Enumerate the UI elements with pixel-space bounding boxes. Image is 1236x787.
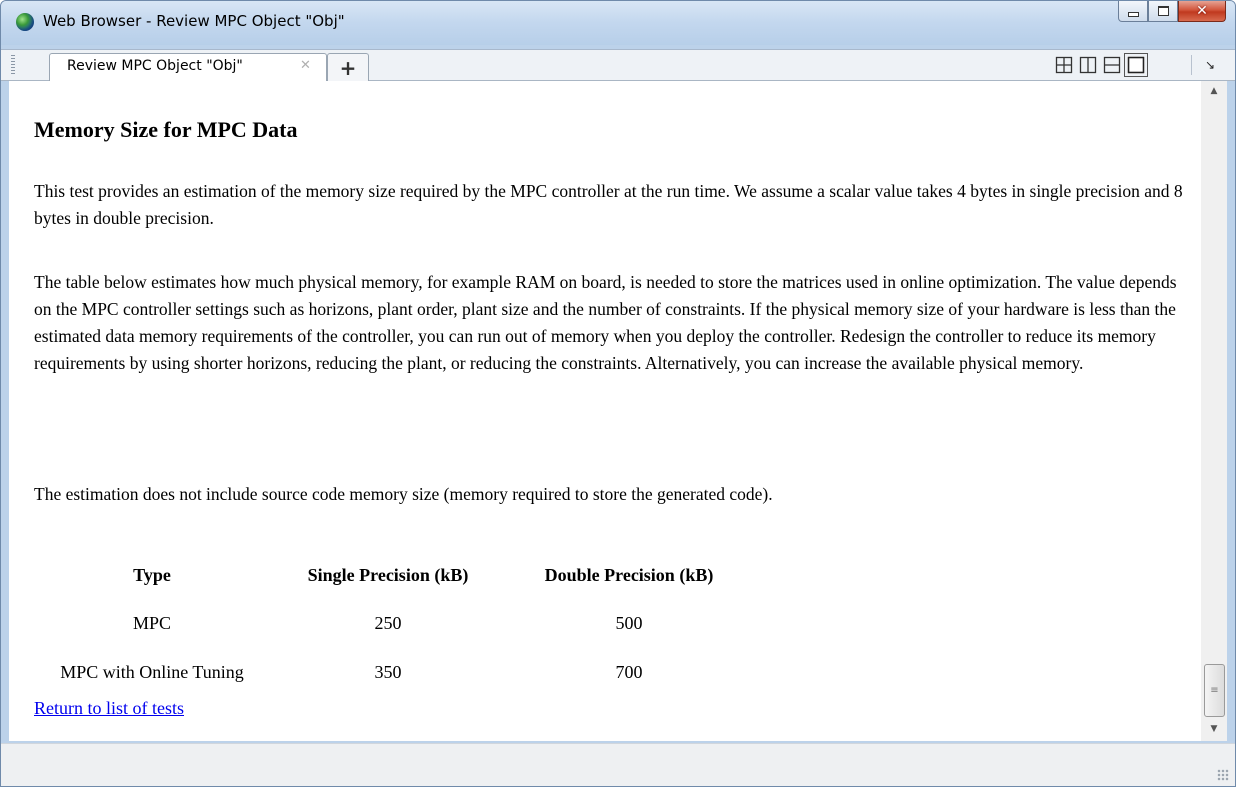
vertical-scrollbar[interactable]: ▲ ≡ ▼ [1201,81,1227,741]
scroll-up-icon[interactable]: ▲ [1201,81,1227,101]
maximize-icon [1157,6,1169,16]
single-pane-icon[interactable] [1124,53,1148,77]
browser-window: Web Browser - Review MPC Object "Obj" ✕ … [0,0,1236,787]
minimize-button[interactable] [1118,1,1148,22]
window-controls: ✕ [1118,1,1226,23]
scrollbar-thumb[interactable]: ≡ [1204,664,1225,717]
tab-bar: Review MPC Object "Obj" ✕ + ↘ [1,49,1235,81]
resize-grip-icon[interactable] [1217,769,1229,781]
toolbar-divider [1191,55,1192,75]
page-title: Memory Size for MPC Data [34,117,298,142]
close-icon: ✕ [1196,3,1208,19]
memory-size-table: Type Single Precision (kB) Double Precis… [34,551,752,697]
new-tab-button[interactable]: + [327,53,369,81]
split-horizontal-icon[interactable] [1103,56,1121,74]
column-header-type: Type [133,564,171,585]
table-row: MPC with Online Tuning 350 700 [34,648,752,697]
minimize-icon [1127,12,1139,17]
table-cell-type: MPC [132,613,172,633]
table-cell-type: MPC with Online Tuning [60,662,244,682]
tab-close-icon[interactable]: ✕ [300,58,311,73]
table-cell-single: 350 [374,662,402,682]
maximize-button[interactable] [1148,1,1178,22]
table-cell-double: 500 [615,613,643,633]
thumb-grip-icon: ≡ [1210,685,1219,696]
estimation-note-paragraph: The estimation does not include source c… [34,484,773,504]
split-vertical-icon[interactable] [1079,56,1097,74]
column-header-double-precision: Double Precision (kB) [544,564,714,585]
intro-paragraph: This test provides an estimation of the … [34,181,1183,228]
status-bar [1,743,1235,786]
table-header-row: Type Single Precision (kB) Double Precis… [34,551,752,599]
globe-icon [16,13,34,31]
table-row: MPC 250 500 [34,599,752,648]
window-title: Web Browser - Review MPC Object "Obj" [43,12,345,30]
tab-label: Review MPC Object "Obj" [67,58,243,74]
toolbar-grip-icon[interactable] [11,55,15,75]
page-content: Memory Size for MPC Data This test provi… [9,81,1201,741]
return-to-tests-link[interactable]: Return to list of tests [34,698,184,719]
close-button[interactable]: ✕ [1178,1,1226,22]
dock-icon[interactable]: ↘ [1205,58,1215,72]
title-bar[interactable]: Web Browser - Review MPC Object "Obj" ✕ [1,1,1235,45]
grid-2x2-icon[interactable] [1055,56,1073,74]
scroll-down-icon[interactable]: ▼ [1201,719,1227,739]
tab-review-mpc-object[interactable]: Review MPC Object "Obj" ✕ [49,53,327,81]
table-cell-single: 250 [374,613,402,633]
column-header-single-precision: Single Precision (kB) [307,564,469,585]
memory-explanation-paragraph: The table below estimates how much physi… [34,272,1177,373]
table-cell-double: 700 [615,662,643,682]
layout-toolbar [1055,53,1148,77]
